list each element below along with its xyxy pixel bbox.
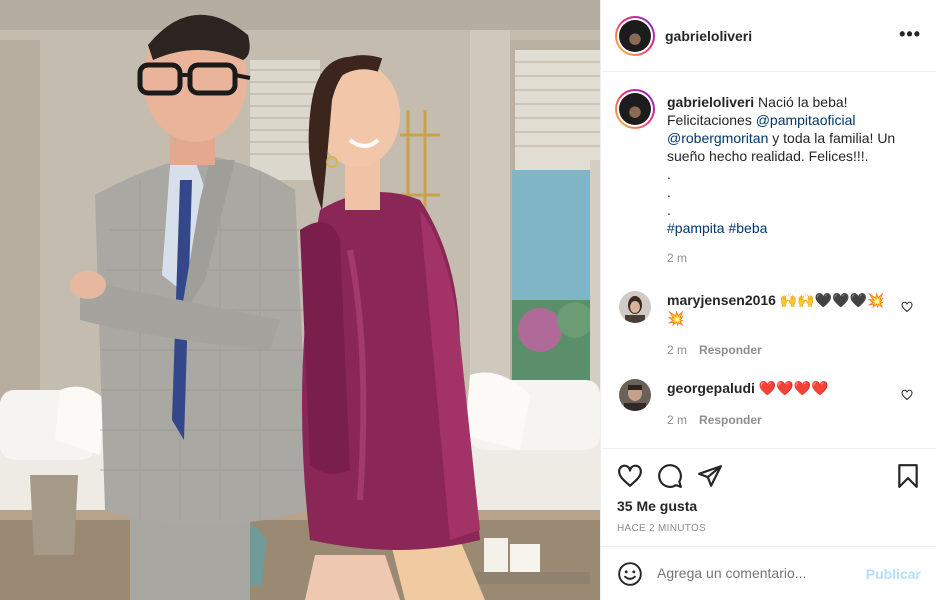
comment-like-heart-icon[interactable] <box>901 301 913 313</box>
post-photo[interactable] <box>0 0 600 600</box>
caption-username[interactable]: gabrieloliveri <box>667 94 754 110</box>
caption-dot: . <box>667 166 671 182</box>
add-comment-bar: Publicar <box>601 546 936 600</box>
photo-illustration <box>0 0 600 600</box>
author-username[interactable]: gabrieloliveri <box>665 28 752 44</box>
caption-time[interactable]: 2 m <box>667 249 921 267</box>
mention-pampitaoficial[interactable]: @pampitaoficial <box>756 112 856 128</box>
reply-button[interactable]: Responder <box>699 413 762 427</box>
post-timestamp[interactable]: HACE 2 MINUTOS <box>617 523 706 534</box>
paper-plane-icon[interactable] <box>697 463 723 489</box>
comment-bubble-icon[interactable] <box>657 463 683 489</box>
caption-author-avatar[interactable] <box>615 89 655 129</box>
caption-dot: . <box>667 202 671 218</box>
comment-text: ❤️❤️❤️❤️ <box>758 380 829 396</box>
reply-button[interactable]: Responder <box>699 343 762 357</box>
post-sidebar: gabrieloliveri ••• gabrieloliveri Nació … <box>600 0 936 600</box>
commenter-avatar[interactable] <box>619 379 651 411</box>
caption-dot: . <box>667 184 671 200</box>
comment-input[interactable] <box>657 565 867 581</box>
heart-icon[interactable] <box>617 463 643 489</box>
comment-meta: 2 m Responder <box>667 343 762 357</box>
comment-like-heart-icon[interactable] <box>901 389 913 401</box>
hashtag-beba[interactable]: #beba <box>728 220 767 236</box>
hashtag-pampita[interactable]: #pampita <box>667 220 725 236</box>
comments-area[interactable]: gabrieloliveri Nació la beba! Felicitaci… <box>601 73 936 448</box>
comment-meta: 2 m Responder <box>667 413 762 427</box>
publish-comment-button[interactable]: Publicar <box>866 566 921 582</box>
comment-time[interactable]: 2 m <box>667 343 687 357</box>
smiley-icon[interactable] <box>617 561 643 587</box>
post-actions: 35 Me gusta HACE 2 MINUTOS <box>601 448 936 548</box>
comment-time[interactable]: 2 m <box>667 413 687 427</box>
author-avatar[interactable] <box>615 16 655 56</box>
commenter-username[interactable]: georgepaludi <box>667 380 755 396</box>
likes-count[interactable]: 35 Me gusta <box>617 498 697 514</box>
mention-robergmoritan[interactable]: @robergmoritan <box>667 130 768 146</box>
commenter-avatar[interactable] <box>619 291 651 323</box>
more-dots-icon[interactable]: ••• <box>899 25 921 43</box>
commenter-username[interactable]: maryjensen2016 <box>667 292 776 308</box>
bookmark-icon[interactable] <box>895 463 921 489</box>
post-header: gabrieloliveri ••• <box>601 0 936 72</box>
